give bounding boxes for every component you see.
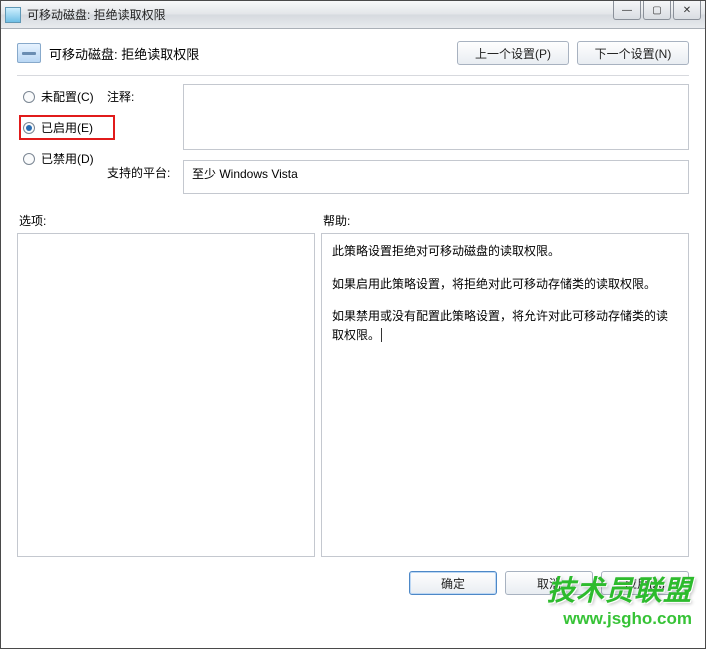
help-paragraph: 此策略设置拒绝对可移动磁盘的读取权限。	[332, 242, 678, 261]
maximize-button[interactable]: ▢	[643, 1, 671, 20]
options-panel[interactable]	[17, 233, 315, 557]
next-setting-button[interactable]: 下一个设置(N)	[577, 41, 689, 65]
radio-label: 已启用(E)	[41, 119, 93, 136]
help-paragraph: 如果启用此策略设置，将拒绝对此可移动存储类的读取权限。	[332, 275, 678, 294]
dialog-window: 可移动磁盘: 拒绝读取权限 — ▢ ✕ 可移动磁盘: 拒绝读取权限 上一个设置(…	[0, 0, 706, 649]
policy-title: 可移动磁盘: 拒绝读取权限	[49, 44, 199, 63]
platform-value: 至少 Windows Vista	[192, 165, 298, 182]
radio-dot-icon	[23, 153, 35, 165]
window-body: 可移动磁盘: 拒绝读取权限 上一个设置(P) 下一个设置(N) 未配置(C) 已…	[1, 29, 705, 609]
ok-button[interactable]: 确定	[409, 571, 497, 595]
prev-setting-button[interactable]: 上一个设置(P)	[457, 41, 569, 65]
state-radio-group: 未配置(C) 已启用(E) 已禁用(D)	[17, 84, 107, 167]
radio-enabled[interactable]: 已启用(E)	[23, 119, 107, 136]
text-cursor-icon	[381, 328, 382, 342]
minimize-button[interactable]: —	[613, 1, 641, 20]
radio-disabled[interactable]: 已禁用(D)	[23, 150, 107, 167]
policy-icon	[17, 43, 41, 63]
cancel-button[interactable]: 取消	[505, 571, 593, 595]
platform-label: 支持的平台:	[107, 160, 175, 181]
help-panel: 此策略设置拒绝对可移动磁盘的读取权限。 如果启用此策略设置，将拒绝对此可移动存储…	[321, 233, 689, 557]
close-button[interactable]: ✕	[673, 1, 701, 20]
radio-unconfigured[interactable]: 未配置(C)	[23, 88, 107, 105]
app-icon	[5, 7, 21, 23]
radio-dot-icon	[23, 91, 35, 103]
help-label: 帮助:	[323, 212, 350, 229]
radio-label: 未配置(C)	[41, 88, 94, 105]
highlight-box: 已启用(E)	[19, 115, 115, 140]
window-title: 可移动磁盘: 拒绝读取权限	[27, 6, 166, 23]
apply-button[interactable]: 应用(A)	[601, 571, 689, 595]
titlebar[interactable]: 可移动磁盘: 拒绝读取权限 — ▢ ✕	[1, 1, 705, 29]
options-label: 选项:	[19, 212, 323, 229]
divider	[17, 75, 689, 76]
supported-platform-box: 至少 Windows Vista	[183, 160, 689, 194]
header-row: 可移动磁盘: 拒绝读取权限 上一个设置(P) 下一个设置(N)	[17, 39, 689, 73]
radio-label: 已禁用(D)	[41, 150, 94, 167]
footer-buttons: 确定 取消 应用(A)	[17, 571, 689, 595]
comment-label: 注释:	[107, 84, 175, 105]
help-paragraph: 如果禁用或没有配置此策略设置，将允许对此可移动存储类的读取权限。	[332, 307, 678, 344]
radio-dot-icon	[23, 122, 35, 134]
comment-textarea[interactable]	[183, 84, 689, 150]
